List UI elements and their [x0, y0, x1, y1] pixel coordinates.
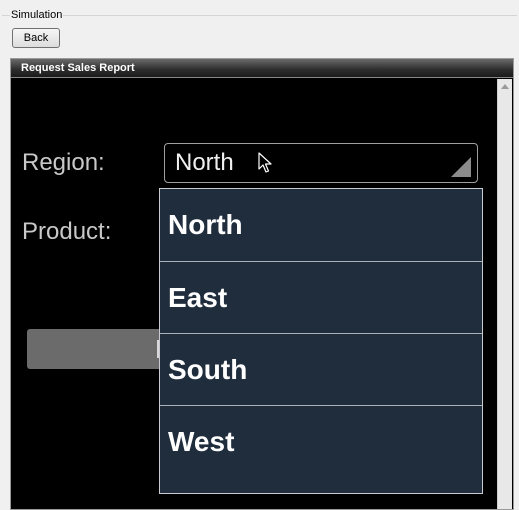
- dropdown-option-north[interactable]: North: [160, 189, 482, 261]
- sales-report-panel: Request Sales Report Region: Product: No…: [10, 58, 514, 510]
- simulation-groupbox-border: [2, 15, 517, 16]
- panel-title: Request Sales Report: [11, 59, 513, 78]
- vertical-scrollbar[interactable]: [497, 79, 512, 509]
- region-selected-value: North: [175, 149, 234, 176]
- product-label: Product:: [22, 218, 112, 245]
- region-select[interactable]: North: [164, 143, 478, 183]
- submit-button[interactable]: [27, 329, 167, 369]
- dropdown-option-east[interactable]: East: [160, 261, 482, 333]
- simulation-window: Simulation Back Request Sales Report Reg…: [0, 0, 519, 510]
- dropdown-option-south[interactable]: South: [160, 333, 482, 405]
- scroll-up-arrow-icon[interactable]: [501, 84, 509, 89]
- dropdown-option-west[interactable]: West: [160, 405, 482, 477]
- simulation-group-label: Simulation: [10, 9, 64, 21]
- arrow-cursor-icon: [258, 152, 272, 173]
- region-dropdown-list[interactable]: North East South West: [159, 188, 483, 494]
- back-button[interactable]: Back: [12, 28, 60, 48]
- chevron-corner-icon: [451, 157, 471, 177]
- region-label: Region:: [22, 149, 105, 176]
